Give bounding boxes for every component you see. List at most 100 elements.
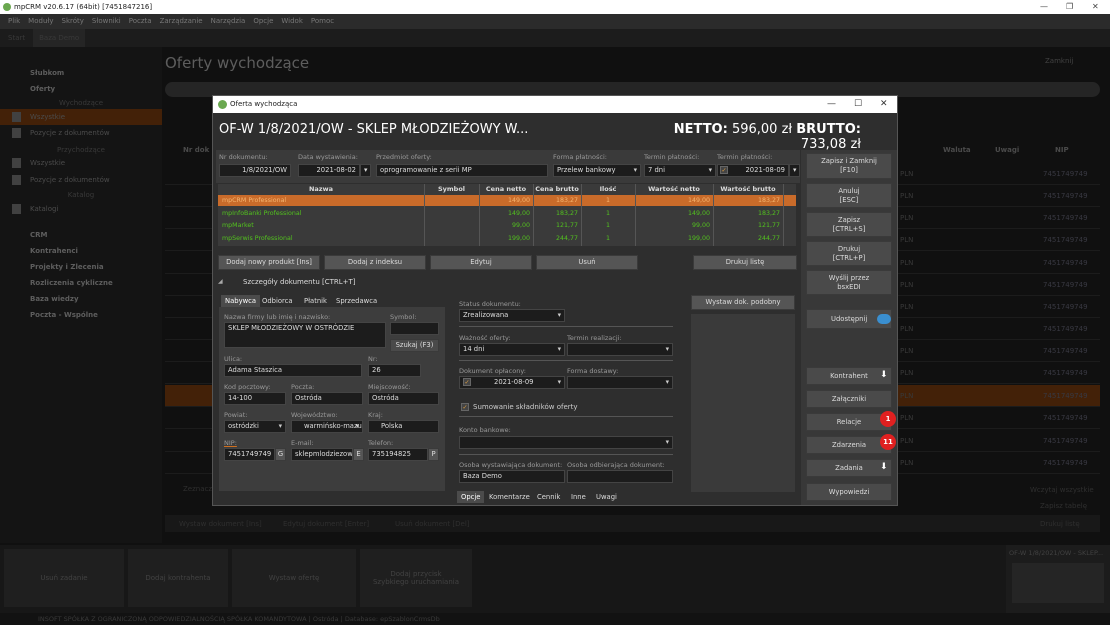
add-from-index-button[interactable]: Dodaj z indeksu: [324, 255, 426, 270]
send-email-button[interactable]: E: [353, 448, 364, 461]
paid-checkbox[interactable]: ✓: [463, 378, 471, 386]
details-toggle[interactable]: Szczegóły dokumentu [CTRL+T]: [243, 278, 356, 286]
print-products-button[interactable]: Drukuj listę: [693, 255, 797, 270]
phone-field[interactable]: 735194825: [368, 448, 428, 461]
sidebar-item-knowledge[interactable]: Baza wiedzy: [0, 291, 162, 307]
paid-date-field[interactable]: ✓ 2021-08-09: [459, 376, 565, 389]
tab-notes[interactable]: Uwagi: [592, 491, 621, 503]
issue-date-picker[interactable]: ▾: [360, 164, 371, 177]
status-select[interactable]: Zrealizowana: [459, 309, 565, 322]
add-product-button[interactable]: Dodaj nowy produkt [Ins]: [218, 255, 320, 270]
product-row[interactable]: mpSerwis Professional 199,00 244,77 1 199,00…: [218, 233, 796, 244]
county-select[interactable]: ostródzki: [224, 420, 286, 433]
bank-account-select[interactable]: [459, 436, 673, 449]
delete-product-button[interactable]: Usuń: [536, 255, 638, 270]
sidebar-item-projects[interactable]: Projekty i Zlecenia: [0, 259, 162, 275]
relations-button[interactable]: Relacje: [806, 413, 892, 431]
sidebar-item-contractors[interactable]: Kontrahenci: [0, 243, 162, 259]
menu-item[interactable]: Poczta: [129, 17, 152, 25]
gus-lookup-button[interactable]: G: [275, 448, 286, 461]
tab-receiver[interactable]: Odbiorca: [258, 295, 297, 307]
issue-date-field[interactable]: 2021-08-02: [298, 164, 360, 177]
tab-start[interactable]: Start: [8, 29, 25, 47]
symbol-field[interactable]: [390, 322, 439, 335]
delete-task-button[interactable]: Usuń zadanie: [4, 549, 124, 607]
close-icon[interactable]: ✕: [1092, 0, 1099, 14]
collapse-icon[interactable]: ◢: [218, 278, 223, 285]
payment-date-checkbox[interactable]: ✓: [720, 166, 728, 174]
column-header-nip[interactable]: NIP: [1055, 146, 1069, 154]
sidebar-item-mail[interactable]: Poczta - Wspólne: [0, 307, 162, 323]
payment-date-field[interactable]: ✓ 2021-08-09: [717, 164, 789, 177]
street-field[interactable]: Adama Staszica: [224, 364, 362, 377]
nr-field[interactable]: 26: [368, 364, 421, 377]
payment-date-picker[interactable]: ▾: [789, 164, 800, 177]
load-all-link[interactable]: Wczytaj wszystkie: [1030, 486, 1094, 494]
col-header-gross-value[interactable]: Wartość brutto: [713, 185, 783, 194]
sidebar-item-cyclic[interactable]: Rozliczenia cykliczne: [0, 275, 162, 291]
product-row[interactable]: mpCRM Professional 149,00 183,27 1 149,00 183…: [218, 195, 796, 206]
column-header-nr[interactable]: Nr dok: [183, 146, 209, 154]
payment-term-select[interactable]: 7 dni: [644, 164, 716, 177]
call-phone-button[interactable]: P: [428, 448, 439, 461]
nip-field[interactable]: 7451749749: [224, 448, 275, 461]
statements-button[interactable]: Wypowiedzi: [806, 483, 892, 501]
tab-other[interactable]: Inne: [567, 491, 590, 503]
column-header-notes[interactable]: Uwagi: [995, 146, 1019, 154]
post-field[interactable]: Ostróda: [291, 392, 363, 405]
buyer-name-field[interactable]: SKLEP MŁODZIEŻOWY W OSTRÓDZIE: [224, 322, 386, 348]
tab-payer[interactable]: Płatnik: [300, 295, 331, 307]
column-header-currency[interactable]: Waluta: [943, 146, 971, 154]
delivery-select[interactable]: [567, 376, 673, 389]
sidebar-item-all-incoming[interactable]: Wszystkie: [0, 155, 162, 171]
menu-item[interactable]: Słowniki: [92, 17, 121, 25]
payment-form-select[interactable]: Przelew bankowy: [553, 164, 641, 177]
sidebar-item-positions-incoming[interactable]: Pozycje z dokumentów: [0, 172, 162, 188]
save-close-button[interactable]: Zapisz i Zamknij [F10]: [806, 153, 892, 179]
col-header-symbol[interactable]: Symbol: [424, 185, 479, 194]
issuer-field[interactable]: Baza Demo: [459, 470, 565, 483]
save-button[interactable]: Zapisz [CTRL+S]: [806, 212, 892, 237]
issue-similar-button[interactable]: Wystaw dok. podobny: [691, 295, 795, 310]
dialog-maximize-icon[interactable]: ☐: [854, 96, 862, 113]
issue-document-button[interactable]: Wystaw dokument [Ins]: [179, 520, 262, 528]
cancel-button[interactable]: Anuluj [ESC]: [806, 183, 892, 208]
minimize-icon[interactable]: —: [1040, 0, 1048, 14]
col-header-net-value[interactable]: Wartość netto: [635, 185, 713, 194]
search-buyer-button[interactable]: Szukaj (F3): [390, 339, 439, 352]
doc-number-field[interactable]: 1/8/2021/OW: [219, 164, 291, 177]
tab-buyer[interactable]: Nabywca: [221, 295, 261, 307]
col-header-name[interactable]: Nazwa: [218, 185, 424, 194]
tab-comments[interactable]: Komentarze: [485, 491, 534, 503]
menu-item[interactable]: Narzędzia: [211, 17, 246, 25]
city-field[interactable]: Ostróda: [368, 392, 439, 405]
product-row[interactable]: mpMarket 99,00 121,77 1 99,00 121,77: [218, 220, 796, 231]
delete-document-button[interactable]: Usuń dokument [Del]: [395, 520, 470, 528]
validity-select[interactable]: 14 dni: [459, 343, 565, 356]
menu-item[interactable]: Pomoc: [311, 17, 334, 25]
maximize-icon[interactable]: ❐: [1066, 0, 1073, 14]
sidebar-item-positions-outgoing[interactable]: Pozycje z dokumentów: [0, 125, 162, 141]
tab-options[interactable]: Opcje: [457, 491, 485, 503]
sidebar-item-sluzbom[interactable]: Słubkom: [0, 65, 162, 81]
send-edi-button[interactable]: Wyślij przez bsxEDI: [806, 270, 892, 295]
col-header-gross-price[interactable]: Cena brutto: [533, 185, 581, 194]
dialog-close-icon[interactable]: ✕: [880, 96, 888, 113]
menu-item[interactable]: Moduły: [28, 17, 53, 25]
voivodeship-select[interactable]: warmińsko-mazurs: [291, 420, 363, 433]
sidebar-item-crm[interactable]: CRM: [0, 227, 162, 243]
dialog-minimize-icon[interactable]: —: [827, 96, 836, 113]
menu-item[interactable]: Skróty: [62, 17, 84, 25]
attachments-button[interactable]: Załączniki: [806, 390, 892, 408]
sidebar-item-all-outgoing[interactable]: Wszystkie: [0, 109, 162, 125]
subject-field[interactable]: oprogramowanie z serii MP: [376, 164, 548, 177]
print-button[interactable]: Drukuj [CTRL+P]: [806, 241, 892, 266]
email-field[interactable]: sklepmlodziezowy: [291, 448, 353, 461]
realization-select[interactable]: [567, 343, 673, 356]
close-view-button[interactable]: Zamknij: [1045, 57, 1073, 65]
edit-product-button[interactable]: Edytuj: [430, 255, 532, 270]
tab-baza-demo[interactable]: Baza Demo: [33, 29, 86, 47]
tab-seller[interactable]: Sprzedawca: [332, 295, 381, 307]
menu-item[interactable]: Zarządzanie: [160, 17, 203, 25]
print-list-button[interactable]: Drukuj listę: [1040, 520, 1080, 528]
